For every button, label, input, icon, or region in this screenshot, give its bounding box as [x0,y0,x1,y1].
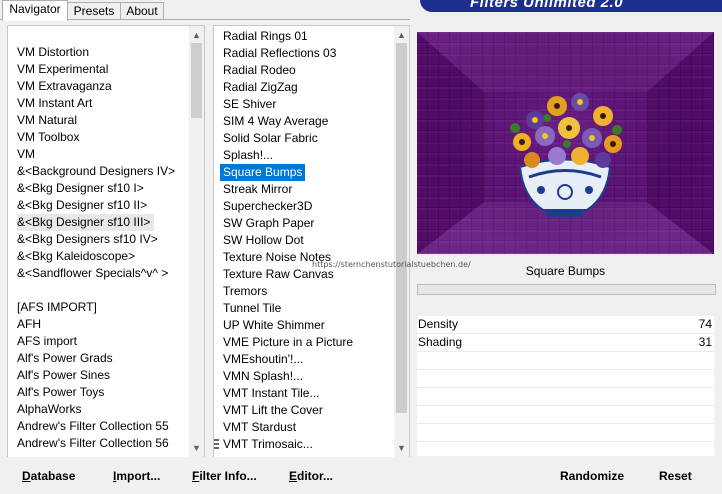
import-button[interactable]: Import... [113,468,160,484]
list-item[interactable]: SIM 4 Way Average [223,113,328,130]
list-item[interactable]: &<Bkg Designer sf10 II> [17,197,147,214]
list-item[interactable]: VM Experimental [17,61,108,78]
list-item[interactable]: VM [17,146,35,163]
list-item[interactable]: Radial Rodeo [223,62,296,79]
tab-strip: Navigator Presets About [0,0,420,21]
list-item[interactable]: Square Bumps [220,164,306,181]
app-title: Filters Unlimited 2.0 [470,0,624,11]
reset-button[interactable]: Reset [659,468,692,484]
grip-icon [214,438,220,450]
database-button[interactable]: Database [22,468,75,484]
param-row-shading[interactable]: Shading 31 [417,334,714,352]
scroll-down-arrow-icon[interactable]: ▼ [394,441,409,455]
list-item[interactable]: [AFS IMPORT] [17,299,97,316]
list-item[interactable]: Tunnel Tile [223,300,281,317]
list-item[interactable]: &<Background Designers IV> [17,163,175,180]
list-item[interactable]: Radial Rings 01 [223,28,308,45]
param-row-empty [417,352,714,370]
param-label: Density [418,317,459,331]
list-item[interactable]: VMT Lift the Cover [223,402,323,419]
list-item[interactable]: &<Bkg Designer sf10 I> [17,180,144,197]
list-item[interactable]: &<Bkg Kaleidoscope> [17,248,135,265]
editor-button[interactable]: Editor... [289,468,333,484]
list-item[interactable]: Superchecker3D [223,198,312,215]
list-item[interactable]: VM Instant Art [17,95,92,112]
tab-presets[interactable]: Presets [67,2,121,20]
list-item[interactable]: VMT Stardust [223,419,296,436]
preview-image [417,32,714,254]
param-row-empty [417,370,714,388]
list-item[interactable]: AlphaWorks [17,401,81,418]
param-value[interactable]: 31 [699,335,712,349]
filter-info-button[interactable]: Filter Info... [192,468,257,484]
scroll-up-arrow-icon[interactable]: ▲ [189,28,204,42]
parameter-panel: Density 74 Shading 31 [417,316,714,456]
list-item[interactable]: AFH [17,316,41,333]
param-value[interactable]: 74 [699,317,712,331]
list-item[interactable]: SW Graph Paper [223,215,314,232]
preview-filter-name: Square Bumps [525,264,606,278]
list-item[interactable]: Alf's Power Toys [17,384,104,401]
randomize-button[interactable]: Randomize [560,468,624,484]
list-item[interactable]: SW Hollow Dot [223,232,304,249]
progress-bar [417,284,716,295]
list-item[interactable]: VMN Splash!... [223,368,303,385]
category-scrollbar[interactable]: ▲ ▼ [189,26,204,457]
list-item[interactable]: SE Shiver [223,96,276,113]
app-banner: Filters Unlimited 2.0 [420,0,722,12]
filter-list[interactable]: Radial Rings 01 Radial Reflections 03 Radi… [213,25,410,458]
param-row-density[interactable]: Density 74 [417,316,714,334]
tab-navigator[interactable]: Navigator [2,0,68,21]
param-label: Shading [418,335,463,349]
tab-about[interactable]: About [120,2,164,20]
list-item[interactable]: &<Bkg Designer sf10 III> [17,214,155,231]
scroll-thumb[interactable] [191,43,202,118]
list-item[interactable]: VM Distortion [17,44,89,61]
list-item[interactable]: VMT Instant Tile... [223,385,319,402]
list-item[interactable]: Solid Solar Fabric [223,130,318,147]
category-list[interactable]: VM Distortion VM Experimental VM Extravaga… [7,25,205,458]
list-item[interactable]: VME Picture in a Picture [223,334,353,351]
list-item[interactable]: Radial ZigZag [223,79,298,96]
scroll-up-arrow-icon[interactable]: ▲ [394,28,409,42]
list-item[interactable]: Splash!... [223,147,273,164]
list-item[interactable]: Tremors [223,283,267,300]
list-item[interactable]: Andrew's Filter Collection 55 [17,418,169,435]
param-row-empty [417,406,714,424]
param-row-empty [417,388,714,406]
list-item[interactable]: UP White Shimmer [223,317,325,334]
filter-scrollbar[interactable]: ▲ ▼ [394,26,409,457]
list-item[interactable]: Alf's Power Sines [17,367,110,384]
list-item[interactable]: Streak Mirror [223,181,292,198]
list-item[interactable]: VMT Trimosaic... [223,436,313,453]
scroll-thumb[interactable] [396,43,407,413]
list-item[interactable]: AFS import [17,333,77,350]
list-item[interactable]: Radial Reflections 03 [223,45,336,62]
list-item[interactable]: VM Natural [17,112,77,129]
list-item[interactable]: VM Toolbox [17,129,79,146]
list-item[interactable]: &<Sandflower Specials^v^ > [17,265,168,282]
param-row-empty [417,424,714,442]
scroll-down-arrow-icon[interactable]: ▼ [189,441,204,455]
list-item[interactable]: Andrew's Filter Collection 56 [17,435,169,452]
list-item[interactable]: VM Extravaganza [17,78,112,95]
list-item[interactable]: Alf's Power Grads [17,350,113,367]
list-item[interactable]: &<Bkg Designers sf10 IV> [17,231,158,248]
list-item[interactable]: VMEshoutin'!... [223,351,303,368]
